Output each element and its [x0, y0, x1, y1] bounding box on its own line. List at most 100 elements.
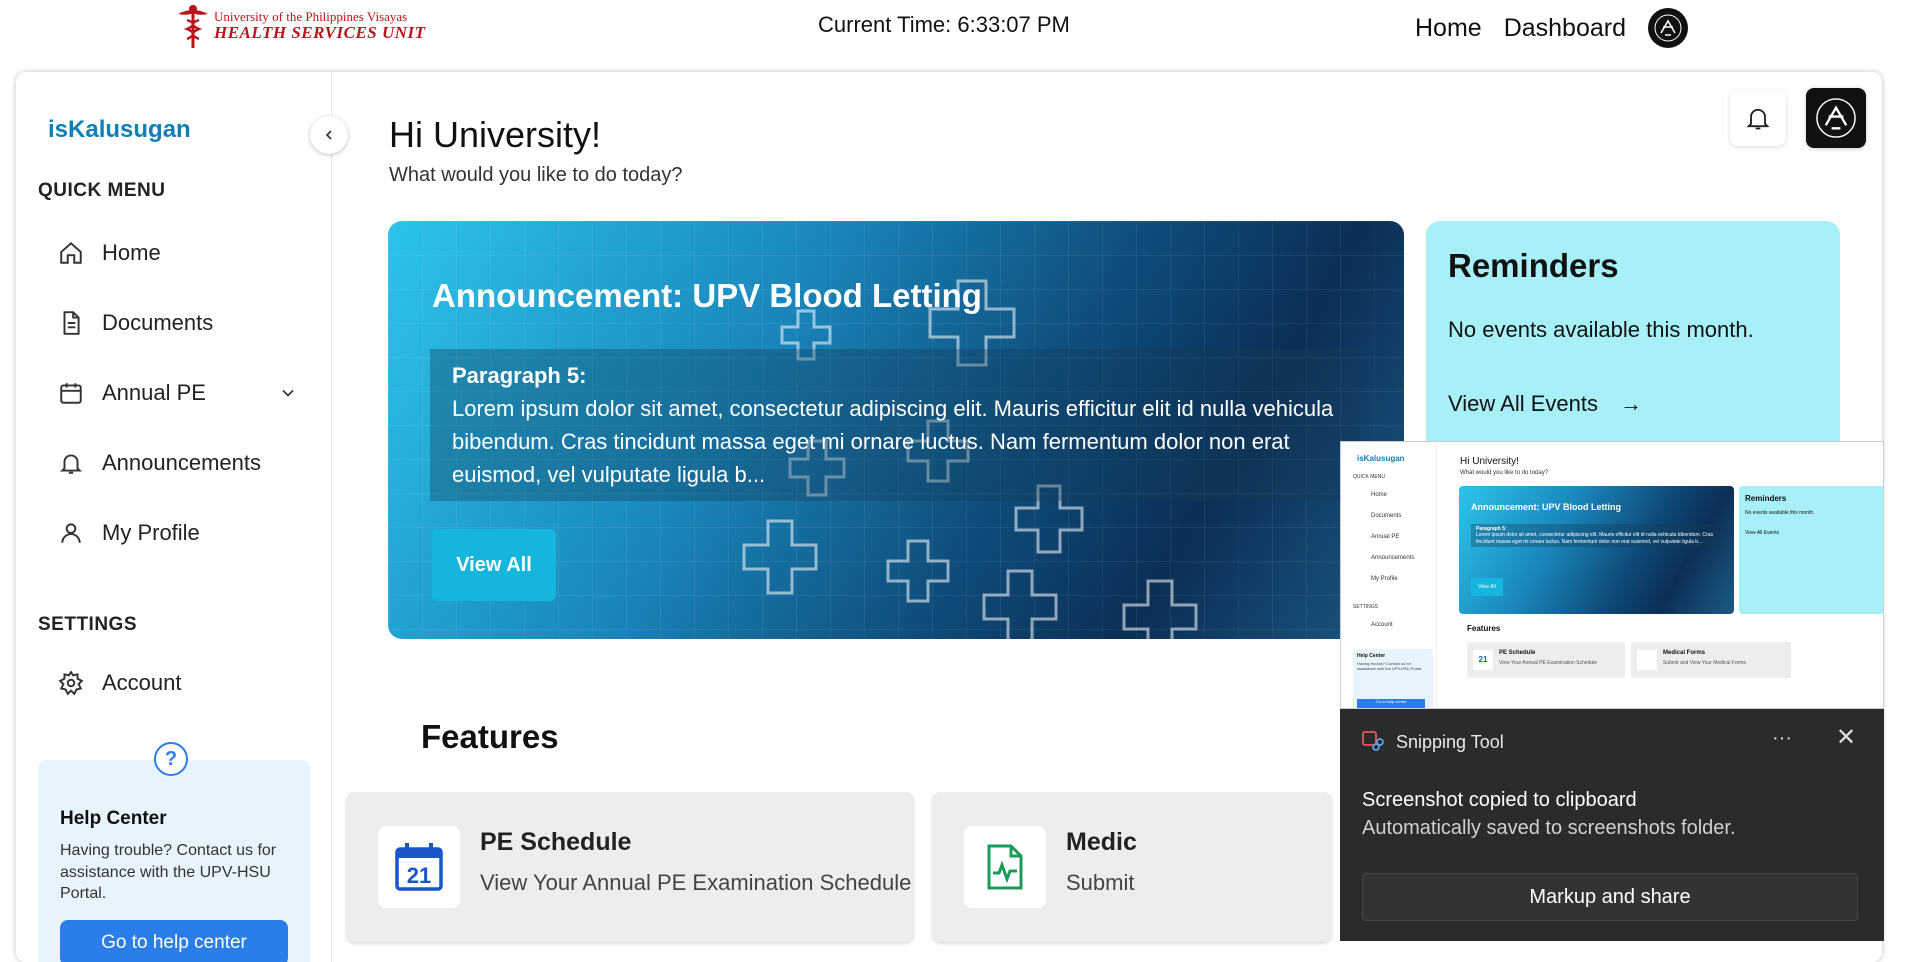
bell-icon	[59, 454, 83, 474]
preview-reminders: Reminders No events available this month…	[1739, 486, 1883, 614]
announcement-paragraph: Paragraph 5: Lorem ipsum dolor sit amet,…	[430, 349, 1360, 501]
org-unit: HEALTH SERVICES UNIT	[214, 23, 426, 43]
announcement-title: Announcement: UPV Blood Letting	[432, 277, 982, 314]
go-to-help-center-button[interactable]: Go to help center	[60, 920, 288, 962]
avatar-logo-icon	[1654, 14, 1682, 42]
top-bar: University of the Philippines Visayas HE…	[0, 0, 1908, 62]
feature-description: Submit	[1066, 870, 1135, 895]
preview-reminders-empty: No events available this month.	[1745, 510, 1815, 516]
preview-paragraph-text: Lorem ipsum dolor sit amet, consectetur …	[1476, 532, 1713, 545]
preview-help-text: Having trouble? Contact us for assistanc…	[1357, 661, 1423, 671]
view-all-button[interactable]: View All	[432, 529, 556, 601]
feature-title: PE Schedule	[480, 828, 632, 856]
org-name: University of the Philippines Visayas	[214, 9, 408, 24]
quick-menu-title: QUICK MENU	[38, 180, 166, 201]
user-avatar[interactable]	[1648, 8, 1688, 48]
notification-message: Screenshot copied to clipboard	[1362, 789, 1637, 811]
help-center-title: Help Center	[60, 808, 167, 829]
preview-reminders-title: Reminders	[1745, 494, 1787, 503]
preview-sidebar: isKalusugan QUICK MENU Home Documents An…	[1341, 442, 1437, 708]
more-options-button[interactable]: ···	[1772, 727, 1792, 750]
preview-announcement-title: Announcement: UPV Blood Letting	[1471, 502, 1621, 512]
brand-logo[interactable]: isKalusugan	[48, 116, 191, 144]
preview-settings: SETTINGS	[1353, 604, 1379, 610]
preview-banner: Announcement: UPV Blood Letting Paragrap…	[1459, 486, 1734, 614]
preview-feature-desc: Submit and View Your Medical Forms	[1663, 660, 1747, 666]
preview-medical-icon	[1637, 650, 1657, 670]
preview-view-all-button: View All	[1471, 578, 1503, 596]
sidebar-item-annual-pe[interactable]: Annual PE	[58, 380, 298, 406]
markup-and-share-button[interactable]: Markup and share	[1362, 873, 1858, 921]
features-title: Features	[421, 718, 559, 755]
preview-features-title: Features	[1467, 624, 1501, 633]
page-greeting: Hi University!	[389, 114, 602, 155]
preview-nav-item: Home	[1371, 492, 1388, 498]
notification-detail: Automatically saved to screenshots folde…	[1362, 817, 1736, 839]
feature-description: View Your Annual PE Examination Schedule	[480, 870, 912, 895]
preview-subtitle: What would you like to do today?	[1460, 470, 1549, 476]
preview-greeting: Hi University!	[1460, 456, 1519, 467]
gear-icon	[58, 670, 84, 696]
preview-nav-item: Annual PE	[1371, 534, 1400, 540]
reminders-empty-text: No events available this month.	[1448, 317, 1754, 342]
nav-dashboard-link[interactable]: Dashboard	[1504, 14, 1626, 43]
sidebar-item-home[interactable]: Home	[58, 240, 298, 266]
preview-brand: isKalusugan	[1357, 454, 1405, 463]
nav-home-link[interactable]: Home	[1415, 14, 1482, 43]
close-icon[interactable]: ✕	[1836, 723, 1856, 752]
paragraph-heading: Paragraph 5:	[452, 363, 587, 388]
preview-events-link: View All Events	[1745, 530, 1780, 536]
snipping-tool-notification: Snipping Tool ··· ✕ Screenshot copied to…	[1340, 709, 1884, 941]
snipping-tool-preview[interactable]: isKalusugan QUICK MENU Home Documents An…	[1340, 441, 1884, 709]
preview-account: Account	[1371, 622, 1393, 628]
sidebar-item-documents[interactable]: Documents	[58, 310, 298, 336]
bell-icon	[1746, 108, 1770, 130]
home-icon	[60, 241, 82, 264]
preview-help-card: Help Center Having trouble? Contact us f…	[1353, 649, 1433, 708]
calendar-icon	[60, 383, 82, 404]
announcement-banner: Announcement: UPV Blood Letting Paragrap…	[388, 221, 1404, 639]
snipping-tool-icon	[1362, 731, 1384, 751]
feature-title: Medic	[1066, 828, 1137, 856]
notifications-button[interactable]	[1730, 90, 1786, 146]
hsu-logo[interactable]: University of the Philippines Visayas HE…	[176, 4, 426, 50]
view-all-events-link[interactable]: View All Events →	[1448, 391, 1642, 417]
help-center-text: Having trouble? Contact us for assistanc…	[60, 842, 277, 903]
sidebar-item-label: Documents	[102, 310, 214, 335]
settings-title: SETTINGS	[38, 614, 138, 635]
feature-card-pe-schedule[interactable]: 21 PE Schedule View Your Annual PE Exami…	[346, 792, 914, 942]
sidebar-item-label: Announcements	[102, 450, 261, 475]
preview-feature-card: 21 PE Schedule View Your Annual PE Exami…	[1467, 642, 1625, 678]
sidebar-item-announcements[interactable]: Announcements	[58, 450, 298, 476]
preview-help-button: Go to help center	[1357, 699, 1425, 708]
chevron-down-icon[interactable]	[278, 383, 298, 403]
sidebar-collapse-button[interactable]	[310, 116, 348, 154]
sidebar-item-label: My Profile	[102, 520, 200, 545]
medical-form-icon	[964, 826, 1046, 908]
reminders-title: Reminders	[1448, 247, 1619, 284]
preview-feature-desc: View Your Annual PE Examination Schedule	[1499, 660, 1598, 666]
avatar-logo-icon	[1816, 98, 1856, 138]
page-subtitle: What would you like to do today?	[389, 164, 683, 186]
sidebar-item-account[interactable]: Account	[58, 670, 298, 696]
preview-help-title: Help Center	[1357, 653, 1386, 659]
document-icon	[63, 311, 80, 335]
preview-nav-item: My Profile	[1371, 576, 1398, 582]
profile-avatar[interactable]	[1806, 88, 1866, 148]
feature-card-medical-forms[interactable]: Medic Submit	[932, 792, 1332, 942]
sidebar-item-label: Annual PE	[102, 380, 206, 405]
sidebar-item-label: Home	[102, 240, 161, 265]
preview-nav-item: Documents	[1371, 513, 1402, 519]
view-all-events-label: View All Events	[1448, 391, 1599, 416]
preview-feature-card: Medical Forms Submit and View Your Medic…	[1631, 642, 1791, 678]
help-center-card: Help Center Having trouble? Contact us f…	[38, 760, 310, 962]
app-name: Snipping Tool	[1396, 731, 1504, 752]
arrow-right-icon: →	[1620, 391, 1643, 416]
preview-feature-title: PE Schedule	[1499, 650, 1536, 656]
sidebar: isKalusugan QUICK MENU Home Documents An…	[16, 72, 332, 962]
calendar-21-icon: 21	[378, 826, 460, 908]
sidebar-item-my-profile[interactable]: My Profile	[58, 520, 298, 546]
preview-announcement-paragraph: Paragraph 5: Lorem ipsum dolor sit amet,…	[1471, 524, 1721, 547]
sidebar-item-label: Account	[102, 670, 182, 695]
user-icon	[61, 523, 81, 543]
